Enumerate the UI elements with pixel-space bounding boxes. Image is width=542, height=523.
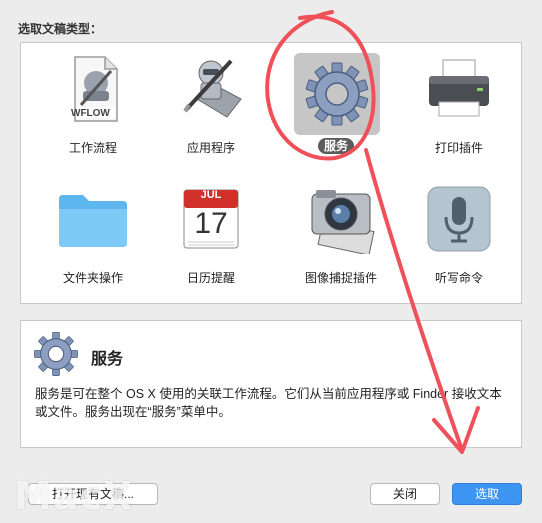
workflow-badge: WFLOW	[71, 108, 110, 119]
calendar-month: JUL	[200, 189, 222, 201]
doc-type-label: 工作流程	[68, 141, 117, 155]
doc-type-workflow[interactable]: WFLOW 工作流程	[35, 47, 151, 159]
image-capture-icon	[305, 183, 377, 255]
doc-type-label: 服务	[317, 138, 354, 154]
doc-type-label: 文件夹操作	[62, 271, 123, 285]
calendar-day: 17	[194, 207, 228, 240]
watermark-logo: MacX	[14, 474, 134, 518]
folder-icon	[57, 183, 129, 255]
microphone-icon	[423, 183, 495, 255]
gear-icon	[33, 331, 79, 382]
doc-type-label: 应用程序	[186, 141, 235, 155]
description-title: 服务	[91, 351, 124, 368]
close-button[interactable]: 关闭	[370, 483, 440, 505]
doc-type-image-capture[interactable]: 图像捕捉插件	[283, 177, 399, 289]
description-text: 服务是可在整个 OS X 使用的关联工作流程。它们从当前应用程序或 Finder…	[35, 387, 502, 419]
printer-icon	[423, 53, 495, 125]
doc-type-label: 听写命令	[434, 271, 483, 285]
gear-icon	[294, 53, 380, 135]
doc-type-application[interactable]: 应用程序	[153, 47, 269, 159]
choose-button[interactable]: 选取	[452, 483, 522, 505]
doc-type-label: 图像捕捉插件	[304, 271, 377, 285]
automator-robot-icon	[175, 53, 247, 125]
document-type-prompt: 选取文稿类型：	[18, 22, 103, 36]
doc-type-service[interactable]: 服务	[267, 47, 405, 159]
doc-type-print-plugin[interactable]: 打印插件	[401, 47, 517, 159]
document-type-grid: WFLOW 工作流程 应用程序 服务 打印插件 文件夹操作 JUL 17 日历提…	[20, 42, 522, 304]
doc-type-calendar-alarm[interactable]: JUL 17 日历提醒	[153, 177, 269, 289]
description-panel: 服务 服务是可在整个 OS X 使用的关联工作流程。它们从当前应用程序或 Fin…	[20, 320, 522, 448]
doc-type-label: 打印插件	[434, 141, 483, 155]
doc-type-label: 日历提醒	[186, 271, 235, 285]
doc-type-folder-action[interactable]: 文件夹操作	[35, 177, 151, 289]
doc-type-dictation[interactable]: 听写命令	[401, 177, 517, 289]
